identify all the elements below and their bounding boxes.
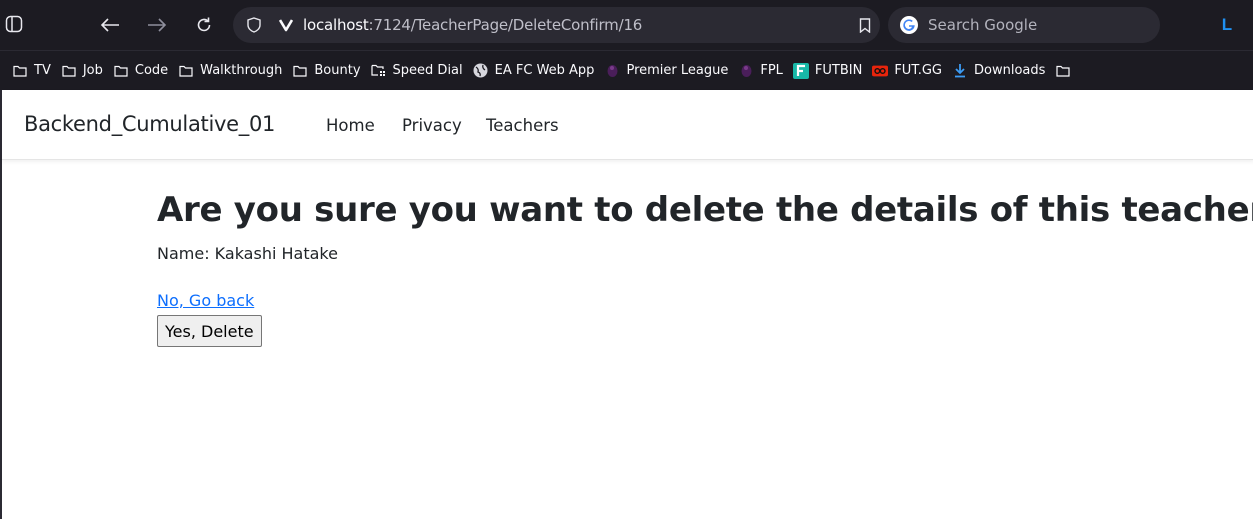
bookmark-tv[interactable]: TV — [10, 57, 59, 85]
address-bar[interactable]: localhost:7124/TeacherPage/DeleteConfirm… — [233, 7, 880, 43]
site-navbar: Backend_Cumulative_01 Home Privacy Teach… — [2, 90, 1253, 160]
futgg-icon — [872, 63, 889, 79]
bookmark-label: FUT.GG — [894, 63, 942, 78]
teacher-name: Name: Kakashi Hatake — [157, 244, 338, 263]
download-icon — [952, 63, 968, 79]
navbar-brand[interactable]: Backend_Cumulative_01 — [24, 112, 275, 136]
bookmark-label: Premier League — [626, 63, 729, 78]
bookmark-fpl[interactable]: FPL — [736, 57, 791, 85]
bookmark-label: Walkthrough — [200, 63, 283, 78]
back-arrow-icon[interactable] — [98, 13, 122, 37]
web-page: Backend_Cumulative_01 Home Privacy Teach… — [0, 90, 1253, 519]
browser-toolbar: localhost:7124/TeacherPage/DeleteConfirm… — [0, 0, 1253, 50]
nav-link-teachers[interactable]: Teachers — [486, 116, 559, 135]
url-text: localhost:7124/TeacherPage/DeleteConfirm… — [303, 16, 643, 34]
bookmark-job[interactable]: Job — [59, 57, 111, 85]
bookmark-downloads[interactable]: Downloads — [950, 57, 1053, 85]
forward-arrow-icon[interactable] — [145, 13, 169, 37]
futbin-icon — [792, 62, 809, 79]
bookmark-fut-gg[interactable]: FUT.GG — [870, 57, 950, 85]
bookmark-walkthrough[interactable]: Walkthrough — [176, 57, 290, 85]
bookmark-label: Code — [134, 63, 169, 78]
delete-button[interactable]: Yes, Delete — [157, 315, 262, 347]
shield-icon[interactable] — [245, 16, 263, 34]
main-content: Are you sure you want to delete the deta… — [157, 188, 1253, 347]
premier-league-icon — [604, 63, 620, 79]
bookmark-label: Speed Dial — [392, 63, 463, 78]
folder-icon — [113, 63, 129, 79]
bookmark-label: EA FC Web App — [494, 63, 595, 78]
bookmark-bounty[interactable]: Bounty — [290, 57, 368, 85]
search-placeholder: Search Google — [928, 16, 1038, 34]
bookmark-label: Bounty — [314, 63, 361, 78]
bookmarks-toolbar: TV Job Code Walkthrough Bounty Speed Dia… — [0, 50, 1253, 90]
bookmark-label: Downloads — [974, 63, 1046, 78]
folder-icon — [61, 63, 77, 79]
google-icon — [900, 16, 918, 34]
site-v-icon — [277, 17, 295, 33]
bookmark-premier-league[interactable]: Premier League — [602, 57, 736, 85]
reload-icon[interactable] — [192, 13, 216, 37]
bookmark-label: FUTBIN — [814, 63, 863, 78]
fpl-icon — [738, 63, 754, 79]
sidebar-toggle-icon[interactable] — [4, 14, 24, 34]
bookmark-label: Job — [82, 63, 103, 78]
bookmark-ea-fc-web-app[interactable]: EA FC Web App — [471, 57, 603, 85]
globe-icon — [473, 63, 489, 79]
search-bar[interactable]: Search Google — [888, 7, 1160, 43]
bookmark-star-icon[interactable] — [857, 17, 873, 33]
speed-dial-icon — [371, 63, 387, 79]
page-heading: Are you sure you want to delete the deta… — [157, 190, 1253, 230]
nav-link-privacy[interactable]: Privacy — [402, 116, 462, 135]
bookmark-code[interactable]: Code — [111, 57, 176, 85]
bookmark-label: FPL — [760, 63, 783, 78]
bookmark-futbin[interactable]: FUTBIN — [791, 57, 870, 85]
nav-link-home[interactable]: Home — [326, 116, 375, 135]
bookmark-folder-overflow[interactable] — [1053, 57, 1085, 85]
folder-icon — [292, 63, 308, 79]
bookmark-speed-dial[interactable]: Speed Dial — [369, 57, 471, 85]
bookmark-label: TV — [34, 63, 51, 78]
go-back-link[interactable]: No, Go back — [157, 291, 254, 310]
folder-icon — [1055, 63, 1071, 79]
folder-icon — [178, 63, 194, 79]
folder-icon — [12, 63, 28, 79]
profile-avatar-icon[interactable]: L — [1218, 15, 1236, 35]
